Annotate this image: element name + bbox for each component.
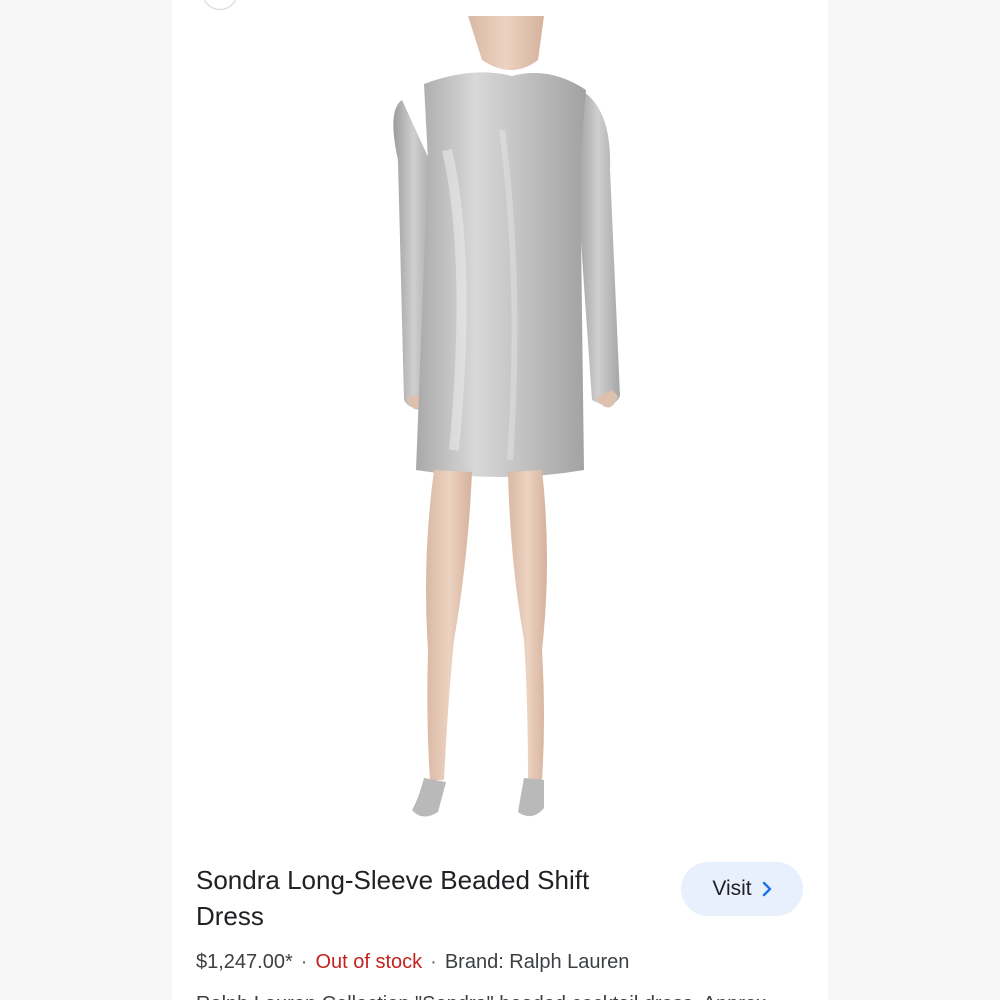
product-description: Ralph Lauren Collection "Sondra" beaded … [196, 990, 796, 1000]
visit-button-label: Visit [712, 877, 752, 900]
background-left [0, 0, 172, 1000]
price: $1,247.00* [196, 951, 293, 973]
separator: · [430, 951, 437, 973]
visit-button[interactable]: Visit [681, 862, 803, 916]
product-title[interactable]: Sondra Long-Sleeve Beaded Shift Dress [196, 862, 636, 934]
product-meta: $1,247.00* · Out of stock · Brand: Ralph Lau… [196, 948, 629, 976]
product-image[interactable] [172, 0, 828, 840]
separator: · [300, 951, 308, 973]
brand: Brand: Ralph Lauren [444, 951, 630, 973]
background-right [828, 0, 1000, 1000]
stock-status: Out of stock [315, 951, 423, 973]
chevron-right-icon [762, 881, 771, 897]
product-card: Sondra Long-Sleeve Beaded Shift Dress Vi… [172, 0, 828, 1000]
